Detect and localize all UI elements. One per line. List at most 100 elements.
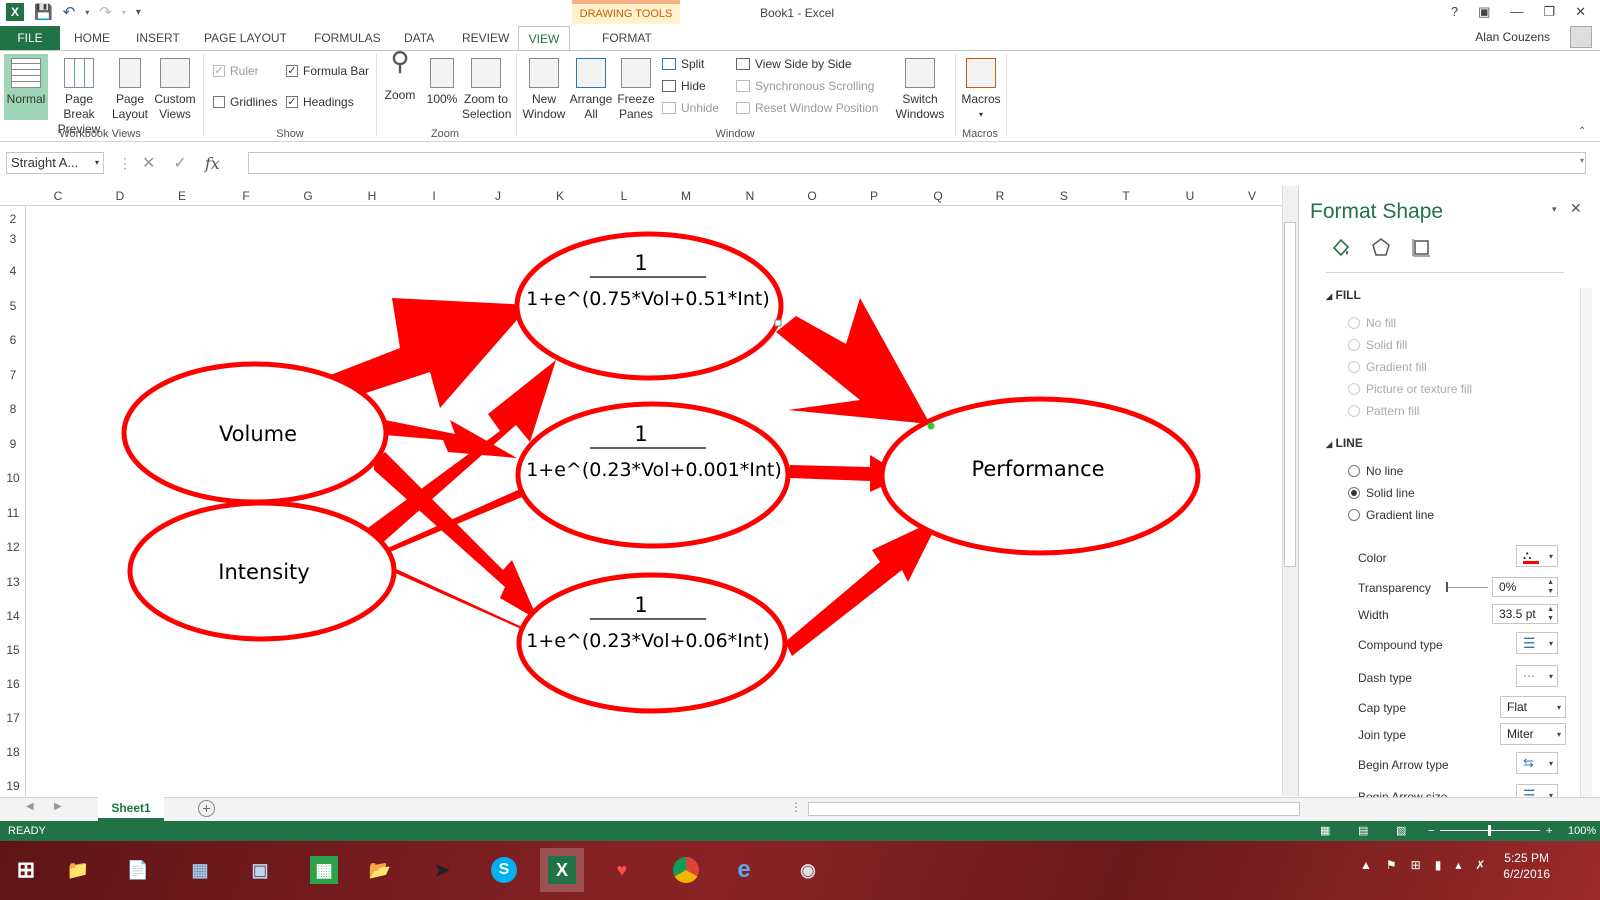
effects-icon[interactable] xyxy=(1370,236,1392,258)
zoom-to-selection-button[interactable]: Zoom to Selection xyxy=(462,54,511,121)
column-header[interactable]: C xyxy=(27,186,89,206)
column-header[interactable]: J xyxy=(467,186,529,206)
paint-icon[interactable]: ◉ xyxy=(786,848,830,892)
row-header[interactable]: 6 xyxy=(0,333,26,347)
width-spinner-icon[interactable]: ▲ ▼ xyxy=(1547,605,1554,623)
picture-fill-option[interactable]: Picture or texture fill xyxy=(1348,382,1472,396)
row-header[interactable]: 13 xyxy=(0,575,26,589)
row-header[interactable]: 3 xyxy=(0,232,26,246)
insert-function-icon[interactable]: fx xyxy=(205,154,220,173)
tab-insert[interactable]: INSERT xyxy=(128,26,188,50)
synchronous-scrolling-button[interactable]: Synchronous Scrolling xyxy=(736,79,874,93)
begin-arrow-type-dropdown[interactable]: ⇆ ▾ xyxy=(1516,752,1558,774)
control-panel-icon[interactable]: ▦ xyxy=(178,848,222,892)
tray-windows-icon[interactable]: ⊞ xyxy=(1411,858,1421,872)
no-fill-option[interactable]: No fill xyxy=(1348,316,1396,330)
transparency-field[interactable]: 0% ▲ ▼ xyxy=(1492,577,1558,597)
tab-formulas[interactable]: FORMULAS xyxy=(306,26,389,50)
row-header[interactable]: 18 xyxy=(0,745,26,759)
column-header[interactable]: P xyxy=(843,186,905,206)
new-sheet-icon[interactable]: + xyxy=(198,800,215,817)
transparency-slider-track[interactable] xyxy=(1448,587,1488,588)
zoom-level[interactable]: 100% xyxy=(1568,821,1596,841)
help-icon[interactable]: ? xyxy=(1451,4,1458,20)
tab-review[interactable]: REVIEW xyxy=(454,26,517,50)
reset-window-position-button[interactable]: Reset Window Position xyxy=(736,101,878,115)
hscroll-split-icon[interactable]: ⋮ xyxy=(790,800,802,814)
normal-view-button[interactable]: Normal xyxy=(4,54,48,120)
sheet-scroll-right-icon[interactable]: ▶ xyxy=(54,801,62,812)
collapse-ribbon-icon[interactable]: ⌃ xyxy=(1578,126,1586,137)
zoom-slider-thumb[interactable] xyxy=(1488,825,1491,836)
sheet-scroll-left-icon[interactable]: ◀ xyxy=(26,801,34,812)
tab-format[interactable]: FORMAT xyxy=(594,26,660,50)
compound-type-dropdown[interactable]: ☰ ▾ xyxy=(1516,632,1558,654)
page-layout-view-button[interactable]: Page Layout xyxy=(110,54,150,121)
start-windows-icon[interactable]: ⊞ xyxy=(4,848,48,892)
row-header[interactable]: 12 xyxy=(0,540,26,554)
zoom-in-icon[interactable]: + xyxy=(1546,821,1552,841)
line-color-picker[interactable]: ⛬ ▾ xyxy=(1516,545,1558,567)
sheet-tab-sheet1[interactable]: Sheet1 xyxy=(98,797,164,821)
avatar[interactable] xyxy=(1570,26,1592,48)
enter-icon[interactable]: ✓ xyxy=(173,153,186,173)
tab-file[interactable]: FILE xyxy=(0,26,60,50)
dash-type-dropdown[interactable]: ⋯ ▾ xyxy=(1516,665,1558,687)
page-break-preview-button[interactable]: Page Break Preview xyxy=(50,54,108,136)
column-header[interactable]: M xyxy=(655,186,717,206)
formula-input[interactable] xyxy=(248,152,1586,174)
column-header[interactable]: E xyxy=(151,186,213,206)
solid-fill-option[interactable]: Solid fill xyxy=(1348,338,1407,352)
column-header[interactable]: V xyxy=(1221,186,1283,206)
expand-formula-bar-icon[interactable]: ▾ xyxy=(1580,156,1584,165)
row-header[interactable]: 14 xyxy=(0,609,26,623)
pane-options-dropdown-icon[interactable]: ▾ xyxy=(1552,204,1557,215)
fill-section-heading[interactable]: ◢ FILL xyxy=(1326,288,1361,302)
pane-close-icon[interactable]: ✕ xyxy=(1570,200,1582,217)
width-field[interactable]: 33.5 pt ▲ ▼ xyxy=(1492,604,1558,624)
tray-expand-icon[interactable]: ▲ xyxy=(1360,858,1372,872)
size-properties-icon[interactable] xyxy=(1410,236,1432,258)
column-header[interactable]: K xyxy=(529,186,591,206)
column-header[interactable]: F xyxy=(215,186,277,206)
save-icon[interactable]: 💾 xyxy=(34,3,53,21)
cap-type-dropdown[interactable]: Flat ▾ xyxy=(1500,696,1566,718)
column-header[interactable]: G xyxy=(277,186,339,206)
column-header[interactable]: H xyxy=(341,186,403,206)
minimize-icon[interactable]: — xyxy=(1510,4,1523,20)
documents-folder-icon[interactable]: 📄 xyxy=(116,848,160,892)
column-header[interactable]: S xyxy=(1033,186,1095,206)
normal-view-status-icon[interactable]: ▦ xyxy=(1320,821,1330,841)
no-line-option[interactable]: No line xyxy=(1348,464,1403,478)
name-box[interactable]: Straight A... ▾ xyxy=(6,152,104,174)
column-header[interactable]: U xyxy=(1159,186,1221,206)
skype-icon[interactable]: S xyxy=(482,848,526,892)
zoom-out-icon[interactable]: − xyxy=(1428,821,1434,841)
row-header[interactable]: 5 xyxy=(0,299,26,313)
line-section-heading[interactable]: ◢ LINE xyxy=(1326,436,1363,450)
view-side-by-side-button[interactable]: View Side by Side xyxy=(736,57,852,71)
row-header[interactable]: 7 xyxy=(0,368,26,382)
taskbar-clock[interactable]: 5:25 PM 6/2/2016 xyxy=(1503,850,1550,882)
column-header[interactable]: L xyxy=(593,186,655,206)
name-box-dropdown-icon[interactable]: ▾ xyxy=(95,153,99,173)
solid-line-option[interactable]: Solid line xyxy=(1348,486,1415,500)
page-break-status-icon[interactable]: ▧ xyxy=(1396,821,1406,841)
volume-muted-icon[interactable]: ✗ xyxy=(1475,858,1485,872)
row-header[interactable]: 17 xyxy=(0,711,26,725)
row-header[interactable]: 8 xyxy=(0,402,26,416)
arrange-all-button[interactable]: Arrange All xyxy=(568,54,614,121)
column-header[interactable]: T xyxy=(1095,186,1157,206)
macros-button[interactable]: Macros ▾ xyxy=(960,54,1002,120)
transparency-slider-thumb[interactable] xyxy=(1446,582,1448,592)
column-header[interactable]: R xyxy=(969,186,1031,206)
gradient-line-option[interactable]: Gradient line xyxy=(1348,508,1434,522)
computer-icon[interactable]: ▣ xyxy=(238,848,282,892)
internet-explorer-icon[interactable]: e xyxy=(722,848,766,892)
hide-button[interactable]: Hide xyxy=(662,79,706,93)
column-header[interactable]: I xyxy=(403,186,465,206)
tab-home[interactable]: HOME xyxy=(66,26,118,50)
heart-rate-app-icon[interactable]: ♥ xyxy=(600,848,644,892)
row-header[interactable]: 9 xyxy=(0,437,26,451)
gridlines-checkbox[interactable]: Gridlines xyxy=(213,95,277,109)
